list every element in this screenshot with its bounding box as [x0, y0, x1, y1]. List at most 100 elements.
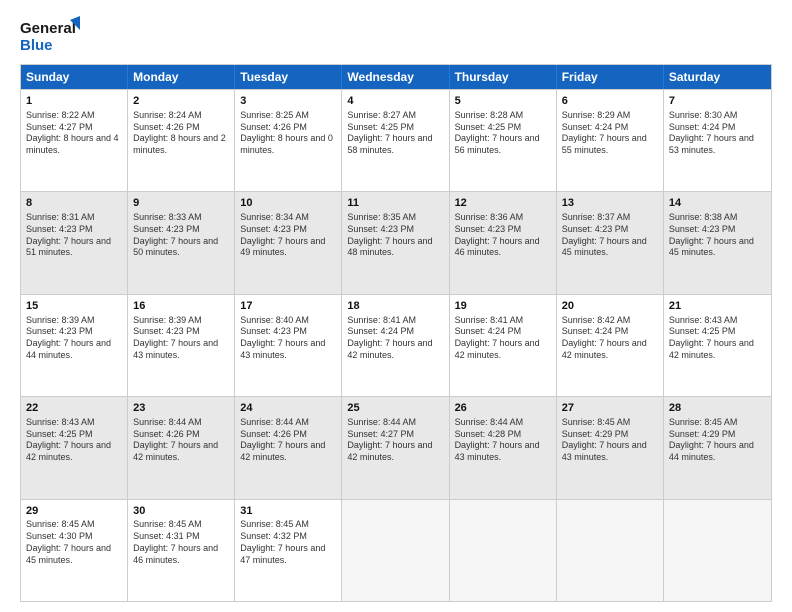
calendar-cell-22: 22Sunrise: 8:43 AMSunset: 4:25 PMDayligh…	[21, 397, 128, 498]
cell-info: Sunrise: 8:36 AMSunset: 4:23 PMDaylight:…	[455, 212, 551, 259]
cell-info: Sunrise: 8:44 AMSunset: 4:27 PMDaylight:…	[347, 417, 443, 464]
day-number: 9	[133, 196, 229, 211]
day-number: 20	[562, 299, 658, 314]
cell-info: Sunrise: 8:24 AMSunset: 4:26 PMDaylight:…	[133, 110, 229, 157]
calendar-cell-15: 15Sunrise: 8:39 AMSunset: 4:23 PMDayligh…	[21, 295, 128, 396]
day-number: 22	[26, 401, 122, 416]
cell-info: Sunrise: 8:45 AMSunset: 4:29 PMDaylight:…	[669, 417, 766, 464]
calendar-cell-26: 26Sunrise: 8:44 AMSunset: 4:28 PMDayligh…	[450, 397, 557, 498]
day-number: 4	[347, 94, 443, 109]
header-day-wednesday: Wednesday	[342, 65, 449, 89]
calendar-cell-31: 31Sunrise: 8:45 AMSunset: 4:32 PMDayligh…	[235, 500, 342, 601]
day-number: 14	[669, 196, 766, 211]
day-number: 31	[240, 504, 336, 519]
calendar-cell-10: 10Sunrise: 8:34 AMSunset: 4:23 PMDayligh…	[235, 192, 342, 293]
calendar-cell-6: 6Sunrise: 8:29 AMSunset: 4:24 PMDaylight…	[557, 90, 664, 191]
cell-info: Sunrise: 8:38 AMSunset: 4:23 PMDaylight:…	[669, 212, 766, 259]
page: GeneralBlue SundayMondayTuesdayWednesday…	[0, 0, 792, 612]
calendar-cell-20: 20Sunrise: 8:42 AMSunset: 4:24 PMDayligh…	[557, 295, 664, 396]
calendar-cell-empty	[342, 500, 449, 601]
calendar-cell-27: 27Sunrise: 8:45 AMSunset: 4:29 PMDayligh…	[557, 397, 664, 498]
day-number: 3	[240, 94, 336, 109]
calendar-cell-3: 3Sunrise: 8:25 AMSunset: 4:26 PMDaylight…	[235, 90, 342, 191]
calendar-cell-17: 17Sunrise: 8:40 AMSunset: 4:23 PMDayligh…	[235, 295, 342, 396]
calendar-cell-empty	[664, 500, 771, 601]
day-number: 12	[455, 196, 551, 211]
calendar-cell-5: 5Sunrise: 8:28 AMSunset: 4:25 PMDaylight…	[450, 90, 557, 191]
calendar-cell-23: 23Sunrise: 8:44 AMSunset: 4:26 PMDayligh…	[128, 397, 235, 498]
header-day-tuesday: Tuesday	[235, 65, 342, 89]
day-number: 27	[562, 401, 658, 416]
calendar-week-3: 15Sunrise: 8:39 AMSunset: 4:23 PMDayligh…	[21, 294, 771, 396]
calendar-week-5: 29Sunrise: 8:45 AMSunset: 4:30 PMDayligh…	[21, 499, 771, 601]
calendar-cell-11: 11Sunrise: 8:35 AMSunset: 4:23 PMDayligh…	[342, 192, 449, 293]
calendar-cell-18: 18Sunrise: 8:41 AMSunset: 4:24 PMDayligh…	[342, 295, 449, 396]
calendar-cell-2: 2Sunrise: 8:24 AMSunset: 4:26 PMDaylight…	[128, 90, 235, 191]
calendar-cell-13: 13Sunrise: 8:37 AMSunset: 4:23 PMDayligh…	[557, 192, 664, 293]
day-number: 30	[133, 504, 229, 519]
day-number: 13	[562, 196, 658, 211]
cell-info: Sunrise: 8:44 AMSunset: 4:26 PMDaylight:…	[240, 417, 336, 464]
day-number: 5	[455, 94, 551, 109]
calendar-cell-25: 25Sunrise: 8:44 AMSunset: 4:27 PMDayligh…	[342, 397, 449, 498]
day-number: 19	[455, 299, 551, 314]
day-number: 18	[347, 299, 443, 314]
day-number: 28	[669, 401, 766, 416]
header-day-saturday: Saturday	[664, 65, 771, 89]
day-number: 21	[669, 299, 766, 314]
calendar: SundayMondayTuesdayWednesdayThursdayFrid…	[20, 64, 772, 602]
calendar-cell-21: 21Sunrise: 8:43 AMSunset: 4:25 PMDayligh…	[664, 295, 771, 396]
calendar-week-2: 8Sunrise: 8:31 AMSunset: 4:23 PMDaylight…	[21, 191, 771, 293]
cell-info: Sunrise: 8:43 AMSunset: 4:25 PMDaylight:…	[26, 417, 122, 464]
day-number: 2	[133, 94, 229, 109]
cell-info: Sunrise: 8:45 AMSunset: 4:30 PMDaylight:…	[26, 519, 122, 566]
cell-info: Sunrise: 8:30 AMSunset: 4:24 PMDaylight:…	[669, 110, 766, 157]
calendar-cell-8: 8Sunrise: 8:31 AMSunset: 4:23 PMDaylight…	[21, 192, 128, 293]
day-number: 8	[26, 196, 122, 211]
day-number: 23	[133, 401, 229, 416]
day-number: 26	[455, 401, 551, 416]
cell-info: Sunrise: 8:45 AMSunset: 4:29 PMDaylight:…	[562, 417, 658, 464]
day-number: 16	[133, 299, 229, 314]
cell-info: Sunrise: 8:35 AMSunset: 4:23 PMDaylight:…	[347, 212, 443, 259]
logo-svg: GeneralBlue	[20, 16, 80, 56]
header: GeneralBlue	[20, 16, 772, 56]
cell-info: Sunrise: 8:44 AMSunset: 4:28 PMDaylight:…	[455, 417, 551, 464]
day-number: 11	[347, 196, 443, 211]
header-day-monday: Monday	[128, 65, 235, 89]
calendar-cell-12: 12Sunrise: 8:36 AMSunset: 4:23 PMDayligh…	[450, 192, 557, 293]
calendar-cell-empty	[450, 500, 557, 601]
cell-info: Sunrise: 8:33 AMSunset: 4:23 PMDaylight:…	[133, 212, 229, 259]
calendar-cell-30: 30Sunrise: 8:45 AMSunset: 4:31 PMDayligh…	[128, 500, 235, 601]
calendar-cell-16: 16Sunrise: 8:39 AMSunset: 4:23 PMDayligh…	[128, 295, 235, 396]
cell-info: Sunrise: 8:22 AMSunset: 4:27 PMDaylight:…	[26, 110, 122, 157]
cell-info: Sunrise: 8:45 AMSunset: 4:32 PMDaylight:…	[240, 519, 336, 566]
calendar-cell-28: 28Sunrise: 8:45 AMSunset: 4:29 PMDayligh…	[664, 397, 771, 498]
day-number: 6	[562, 94, 658, 109]
calendar-cell-14: 14Sunrise: 8:38 AMSunset: 4:23 PMDayligh…	[664, 192, 771, 293]
day-number: 24	[240, 401, 336, 416]
cell-info: Sunrise: 8:31 AMSunset: 4:23 PMDaylight:…	[26, 212, 122, 259]
calendar-cell-19: 19Sunrise: 8:41 AMSunset: 4:24 PMDayligh…	[450, 295, 557, 396]
calendar-cell-7: 7Sunrise: 8:30 AMSunset: 4:24 PMDaylight…	[664, 90, 771, 191]
svg-text:General: General	[20, 20, 76, 37]
cell-info: Sunrise: 8:42 AMSunset: 4:24 PMDaylight:…	[562, 315, 658, 362]
cell-info: Sunrise: 8:28 AMSunset: 4:25 PMDaylight:…	[455, 110, 551, 157]
calendar-cell-24: 24Sunrise: 8:44 AMSunset: 4:26 PMDayligh…	[235, 397, 342, 498]
cell-info: Sunrise: 8:34 AMSunset: 4:23 PMDaylight:…	[240, 212, 336, 259]
calendar-cell-4: 4Sunrise: 8:27 AMSunset: 4:25 PMDaylight…	[342, 90, 449, 191]
day-number: 1	[26, 94, 122, 109]
day-number: 7	[669, 94, 766, 109]
day-number: 15	[26, 299, 122, 314]
cell-info: Sunrise: 8:25 AMSunset: 4:26 PMDaylight:…	[240, 110, 336, 157]
calendar-header: SundayMondayTuesdayWednesdayThursdayFrid…	[21, 65, 771, 89]
cell-info: Sunrise: 8:44 AMSunset: 4:26 PMDaylight:…	[133, 417, 229, 464]
calendar-cell-empty	[557, 500, 664, 601]
cell-info: Sunrise: 8:41 AMSunset: 4:24 PMDaylight:…	[455, 315, 551, 362]
day-number: 17	[240, 299, 336, 314]
header-day-friday: Friday	[557, 65, 664, 89]
header-day-thursday: Thursday	[450, 65, 557, 89]
cell-info: Sunrise: 8:40 AMSunset: 4:23 PMDaylight:…	[240, 315, 336, 362]
cell-info: Sunrise: 8:39 AMSunset: 4:23 PMDaylight:…	[26, 315, 122, 362]
header-day-sunday: Sunday	[21, 65, 128, 89]
